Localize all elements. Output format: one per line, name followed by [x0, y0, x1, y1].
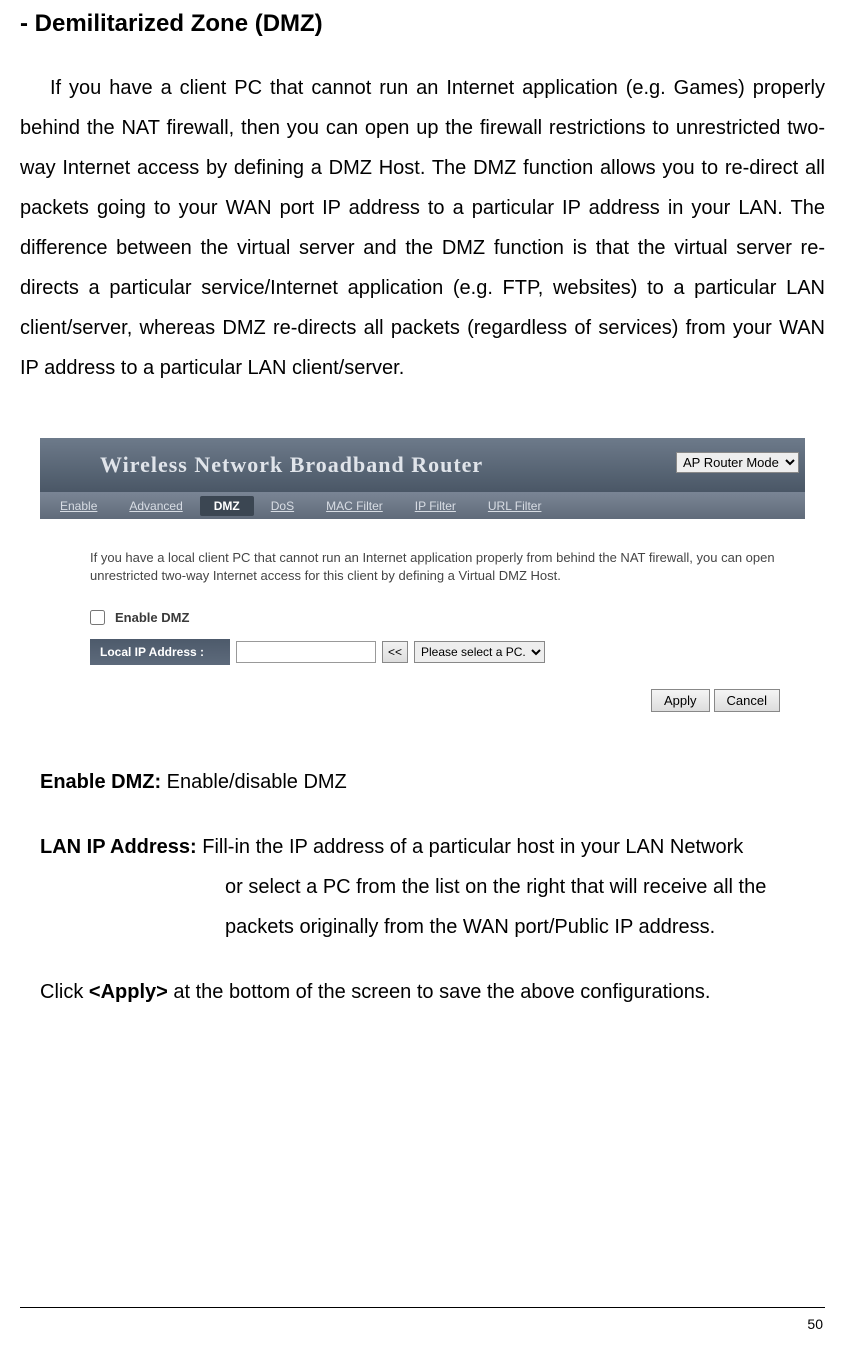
cancel-button[interactable]: Cancel [714, 689, 780, 712]
router-title: Wireless Network Broadband Router [100, 452, 483, 478]
tabs-bar: Enable Advanced DMZ DoS MAC Filter IP Fi… [40, 492, 805, 519]
tab-ip-filter[interactable]: IP Filter [400, 496, 471, 516]
page-number: 50 [807, 1316, 823, 1332]
router-screenshot: Wireless Network Broadband Router AP Rou… [40, 438, 805, 722]
intro-paragraph: If you have a client PC that cannot run … [20, 68, 825, 388]
tab-url-filter[interactable]: URL Filter [473, 496, 557, 516]
mode-select[interactable]: AP Router Mode [676, 452, 799, 473]
assign-button[interactable]: << [382, 641, 408, 663]
local-ip-row: Local IP Address : << Please select a PC… [90, 639, 775, 665]
footer-divider [20, 1307, 825, 1308]
enable-dmz-row: Enable DMZ [90, 610, 775, 625]
action-buttons: Apply Cancel [40, 675, 805, 722]
router-body: If you have a local client PC that canno… [40, 519, 805, 675]
tab-dos[interactable]: DoS [256, 496, 309, 516]
router-header: Wireless Network Broadband Router AP Rou… [40, 438, 805, 492]
apply-button[interactable]: Apply [651, 689, 710, 712]
tab-enable[interactable]: Enable [45, 496, 112, 516]
description-block: Enable DMZ: Enable/disable DMZ LAN IP Ad… [40, 762, 805, 1012]
help-text: If you have a local client PC that canno… [90, 549, 775, 585]
tab-dmz[interactable]: DMZ [200, 496, 254, 516]
enable-dmz-label: Enable DMZ [115, 610, 189, 625]
enable-dmz-checkbox[interactable] [90, 610, 105, 625]
tab-advanced[interactable]: Advanced [114, 496, 197, 516]
page-heading: - Demilitarized Zone (DMZ) [20, 10, 825, 38]
apply-desc: Click <Apply> at the bottom of the scree… [40, 972, 805, 1012]
enable-dmz-desc: Enable DMZ: Enable/disable DMZ [40, 762, 805, 802]
local-ip-input[interactable] [236, 641, 376, 663]
lan-ip-desc: LAN IP Address: Fill-in the IP address o… [40, 827, 805, 947]
tab-mac-filter[interactable]: MAC Filter [311, 496, 398, 516]
local-ip-label: Local IP Address : [90, 639, 230, 665]
pc-select[interactable]: Please select a PC. [414, 641, 545, 663]
